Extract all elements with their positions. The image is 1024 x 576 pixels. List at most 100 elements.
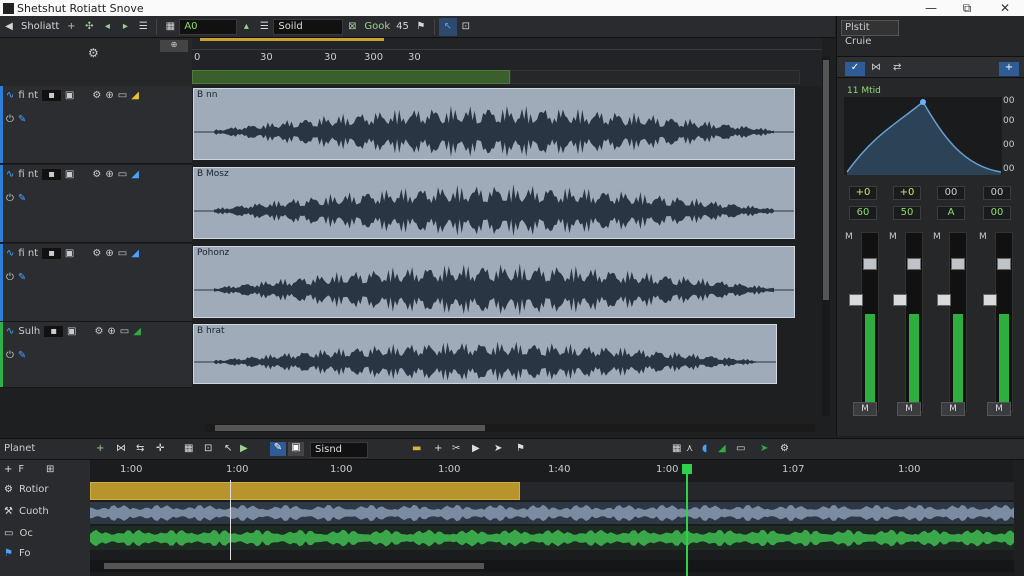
close-button[interactable]: ✕ <box>988 0 1022 16</box>
pan-value[interactable]: 50 <box>893 206 921 220</box>
bottom-track-item[interactable]: ⚒ Cuoth <box>4 506 49 517</box>
cross-icon[interactable]: ✛ <box>156 443 164 454</box>
snap-value[interactable]: 45 <box>393 18 412 36</box>
bottom-timeline[interactable]: 1:00 1:00 1:00 1:00 1:40 1:00 1:07 1:00 <box>90 460 1014 576</box>
waveform-icon[interactable]: ∿ <box>6 326 14 337</box>
volume-fader[interactable] <box>937 294 951 306</box>
mute-button[interactable]: M <box>941 402 965 416</box>
toolbar-menu-label[interactable]: Sholiatt <box>18 18 62 36</box>
power-icon[interactable]: ⏻ <box>6 350 14 361</box>
level-icon[interactable]: ◢ <box>131 169 139 180</box>
bottom-track-item[interactable]: ⚙ Rotior <box>4 484 49 495</box>
gain-value[interactable]: 00 <box>937 186 965 200</box>
prev-icon[interactable]: ◂ <box>98 18 116 36</box>
record-icon[interactable]: ▪ <box>42 90 61 101</box>
flag-icon[interactable]: ⚑ <box>516 443 525 454</box>
audio-clip[interactable]: B hrat <box>193 324 777 384</box>
volume-fader[interactable] <box>893 294 907 306</box>
track-header[interactable]: ∿ fi nt ▪ ▣ ⚙ ⊕ ▭ ◢ ⏻ ✎ <box>0 86 192 164</box>
track-header[interactable]: ∿ fi nt ▪ ▣ ⚙ ⊕ ▭ ◢ ⏻ ✎ <box>0 244 192 322</box>
monitor-icon[interactable]: ▣ <box>65 169 74 180</box>
pan-value[interactable]: 60 <box>849 206 877 220</box>
image-icon[interactable]: ▦ <box>672 443 681 454</box>
eq-curve-display[interactable] <box>843 96 1003 176</box>
link-icon[interactable]: ⊕ <box>105 248 113 259</box>
arrow-icon[interactable]: ⇆ <box>136 443 144 454</box>
gold-region[interactable] <box>90 482 520 500</box>
waveform-icon[interactable]: ∿ <box>6 90 14 101</box>
snap-icon[interactable]: ⊠ <box>343 18 361 36</box>
track-name[interactable]: fi nt <box>18 248 38 259</box>
bottom-dropdown[interactable]: Sisnd <box>310 442 368 458</box>
pan-value[interactable]: A <box>937 206 965 220</box>
minimize-button[interactable]: — <box>914 0 948 16</box>
pointer-icon[interactable]: ↖ <box>224 443 232 454</box>
vertical-scrollbar[interactable] <box>822 56 830 416</box>
speaker-icon[interactable]: ◖ <box>702 443 707 454</box>
audio-clip[interactable]: B Mosz <box>193 167 795 239</box>
grid-icon[interactable]: ▦ <box>161 18 179 36</box>
bottom-track-item[interactable]: + F <box>4 464 24 475</box>
solo-icon[interactable]: ▭ <box>118 90 127 101</box>
power-icon[interactable]: ⏻ <box>6 272 14 283</box>
link-icon[interactable]: ⊕ <box>107 326 115 337</box>
zoom-icon[interactable]: ⊕ <box>160 40 188 52</box>
record-icon[interactable]: ▪ <box>44 326 63 337</box>
track-header[interactable]: ∿ Sulh ▪ ▣ ⚙ ⊕ ▭ ◢ ⏻ ✎ <box>0 322 192 388</box>
solo-icon[interactable]: ▭ <box>118 169 127 180</box>
cut-icon[interactable]: ✂ <box>452 443 460 454</box>
volume-fader[interactable] <box>983 294 997 306</box>
marker-icon[interactable]: ▬ <box>412 443 421 454</box>
next-icon[interactable]: ▸ <box>116 18 134 36</box>
gain-value[interactable]: 00 <box>983 186 1011 200</box>
grid-icon[interactable]: ▦ <box>184 443 193 454</box>
pan-value[interactable]: 00 <box>983 206 1011 220</box>
monitor-icon[interactable]: ▣ <box>67 326 76 337</box>
gear-icon[interactable]: ⚙ <box>88 46 99 60</box>
fader-knob[interactable] <box>907 258 921 270</box>
fader-knob[interactable] <box>997 258 1011 270</box>
plus-icon[interactable]: + <box>62 18 80 36</box>
bottom-track-item[interactable]: ⚑ Fo <box>4 548 30 559</box>
playhead-handle[interactable] <box>682 464 692 474</box>
grid-icon[interactable]: ⊞ <box>46 464 54 475</box>
solo-icon[interactable]: ▭ <box>118 248 127 259</box>
lane-waveform-green[interactable] <box>90 526 1014 550</box>
pointer-tool-icon[interactable]: ↖ <box>438 17 457 36</box>
fader-knob[interactable] <box>951 258 965 270</box>
edit-icon[interactable]: ✎ <box>18 114 26 125</box>
snap-label[interactable]: Gook <box>361 18 393 36</box>
edit-icon[interactable]: ✎ <box>18 350 26 361</box>
settings-icon[interactable]: ⚙ <box>92 90 101 101</box>
draw-icon[interactable]: ▶ <box>240 443 248 454</box>
power-icon[interactable]: ⏻ <box>6 193 14 204</box>
settings-icon[interactable]: ⚙ <box>92 248 101 259</box>
send-icon[interactable]: ➤ <box>494 443 502 454</box>
record-icon[interactable]: ▪ <box>42 169 61 180</box>
field-b-dropdown[interactable]: Soild <box>273 18 344 35</box>
fader-knob[interactable] <box>863 258 877 270</box>
flag-icon[interactable]: ⚑ <box>412 18 430 36</box>
edit-icon[interactable]: ✎ <box>18 193 26 204</box>
audio-clip[interactable]: B nn <box>193 88 795 160</box>
settings-icon[interactable]: ⚙ <box>780 443 789 454</box>
plus-icon[interactable]: + <box>434 443 442 454</box>
audio-clip[interactable]: Pohonz <box>193 246 795 318</box>
link-icon[interactable]: ⊕ <box>105 169 113 180</box>
split-icon[interactable]: ⋈ <box>116 443 126 454</box>
split-icon[interactable]: ✣ <box>80 18 98 36</box>
play-icon[interactable]: ▶ <box>472 443 480 454</box>
record-icon[interactable]: ▪ <box>42 248 61 259</box>
mute-button[interactable]: M <box>853 402 877 416</box>
bottom-track-item[interactable]: ▭ Oc <box>4 528 33 539</box>
settings-icon[interactable]: ⚙ <box>92 169 101 180</box>
link-icon[interactable]: ⊕ <box>105 90 113 101</box>
track-name[interactable]: fi nt <box>18 169 38 180</box>
track-name[interactable]: fi nt <box>18 90 38 101</box>
edit-icon[interactable]: ✎ <box>18 272 26 283</box>
waveform-icon[interactable]: ∿ <box>6 248 14 259</box>
mute-button[interactable]: M <box>987 402 1011 416</box>
bottom-scrollbar[interactable] <box>90 560 1014 572</box>
level-icon[interactable]: ◢ <box>131 248 139 259</box>
marker-icon[interactable]: ▴ <box>237 18 255 36</box>
